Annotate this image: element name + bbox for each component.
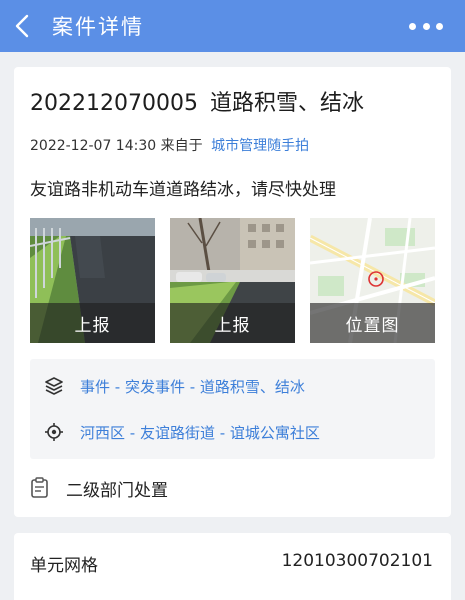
chevron-left-icon xyxy=(15,14,29,38)
back-button[interactable] xyxy=(0,0,44,52)
grid-info-card: 单元网格 12010300702101 xyxy=(14,533,451,600)
top-nav-bar: 案件详情 xyxy=(0,0,465,52)
more-options-button[interactable] xyxy=(409,16,443,36)
location-row[interactable]: 河西区 - 友谊路街道 - 谊城公寓社区 xyxy=(44,417,320,447)
location-map-thumbnail[interactable]: 位置图 xyxy=(310,218,435,343)
more-dots-icon xyxy=(409,22,416,30)
location-path: 河西区 - 友谊路街道 - 谊城公寓社区 xyxy=(80,423,320,442)
case-type: 道路积雪、结冰 xyxy=(209,91,364,116)
report-photo-2[interactable]: 上报 xyxy=(170,218,295,343)
photo-label: 位置图 xyxy=(310,303,435,343)
case-detail-card: 202212070005 道路积雪、结冰 2022-12-07 14:30 来自于… xyxy=(14,67,451,517)
report-photo-1[interactable]: 上报 xyxy=(30,218,155,343)
photo-label: 上报 xyxy=(170,303,295,343)
case-meta: 2022-12-07 14:30 来自于 城市管理随手拍 xyxy=(30,135,309,155)
case-description: 友谊路非机动车道道路结冰，请尽快处理 xyxy=(30,180,336,200)
photo-gallery: 上报 上报 位置图 xyxy=(30,218,435,343)
grid-label: 单元网格 xyxy=(30,556,98,576)
photo-label: 上报 xyxy=(30,303,155,343)
category-row[interactable]: 事件 - 突发事件 - 道路积雪、结冰 xyxy=(44,371,305,401)
case-info-box: 事件 - 突发事件 - 道路积雪、结冰 河西区 - 友谊路街道 - 谊城公寓社区 xyxy=(30,359,435,459)
handling-level-label: 二级部门处置 xyxy=(66,480,168,501)
source-prefix: 来自于 xyxy=(160,138,203,154)
source-link[interactable]: 城市管理随手拍 xyxy=(211,138,309,154)
case-title: 202212070005 道路积雪、结冰 xyxy=(30,85,364,117)
clipboard-icon xyxy=(31,477,48,498)
grid-value: 12010300702101 xyxy=(281,551,433,571)
handling-level-row: 二级部门处置 xyxy=(30,473,168,503)
layers-icon xyxy=(45,377,63,395)
locate-target-icon xyxy=(45,423,63,441)
page-title: 案件详情 xyxy=(52,15,144,39)
category-path: 事件 - 突发事件 - 道路积雪、结冰 xyxy=(80,377,305,396)
case-id: 202212070005 xyxy=(30,91,198,116)
case-datetime: 2022-12-07 14:30 xyxy=(30,138,157,154)
